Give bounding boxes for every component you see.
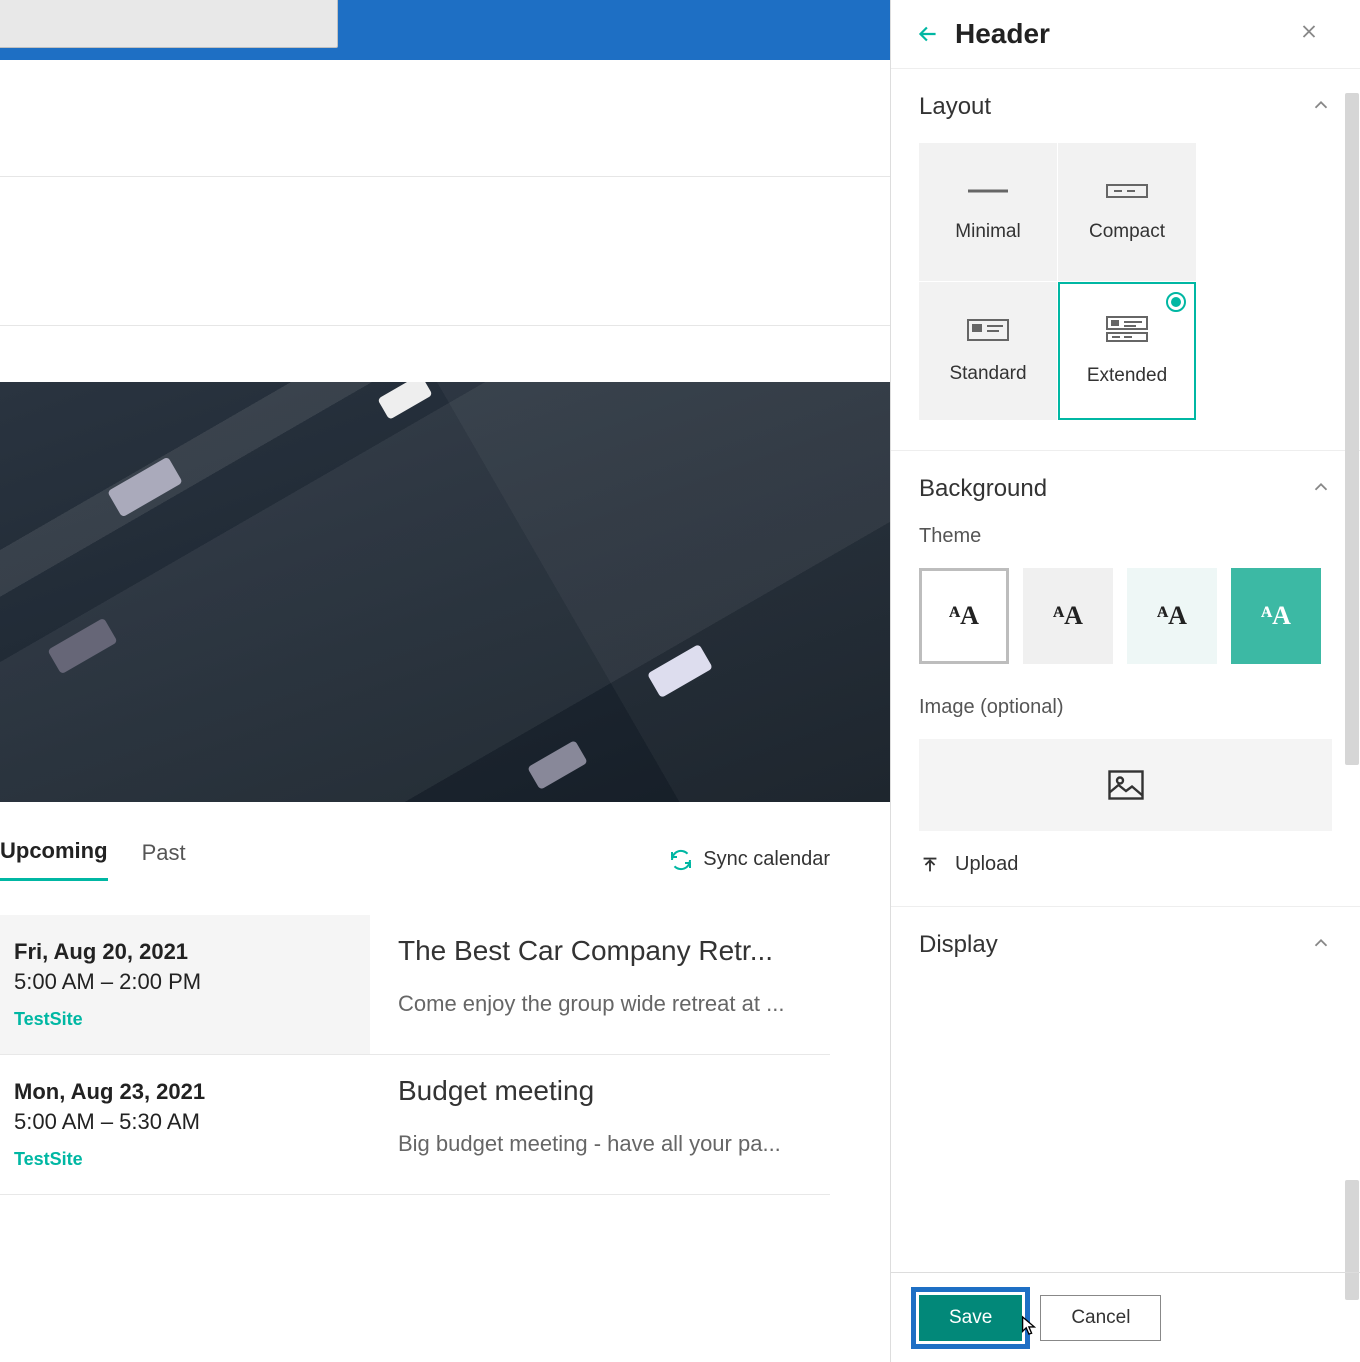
event-time: 5:00 AM – 2:00 PM xyxy=(14,969,360,995)
display-section-title: Display xyxy=(919,931,998,959)
layout-section-title: Layout xyxy=(919,93,991,121)
layout-option-minimal[interactable]: Minimal xyxy=(919,143,1057,281)
theme-option-accent[interactable]: ᴬA xyxy=(1231,568,1321,664)
image-label: Image (optional) xyxy=(919,696,1332,719)
upload-button[interactable]: Upload xyxy=(919,853,1332,876)
layout-option-compact[interactable]: Compact xyxy=(1058,143,1196,281)
sync-icon xyxy=(669,848,693,872)
layout-option-standard[interactable]: Standard xyxy=(919,282,1057,420)
site-header-image xyxy=(0,382,890,802)
cursor-icon xyxy=(1019,1315,1037,1337)
theme-preview-icon: ᴬA xyxy=(1053,601,1083,631)
event-item[interactable]: Fri, Aug 20, 2021 5:00 AM – 2:00 PM Test… xyxy=(0,915,830,1055)
event-date: Fri, Aug 20, 2021 xyxy=(14,939,360,965)
chevron-up-icon xyxy=(1310,932,1332,954)
event-site-link[interactable]: TestSite xyxy=(14,1009,360,1030)
theme-preview-icon: ᴬA xyxy=(1157,601,1187,631)
collapse-display-button[interactable] xyxy=(1310,932,1332,959)
scrollbar-thumb[interactable] xyxy=(1345,93,1359,765)
extended-layout-icon xyxy=(1102,315,1152,345)
theme-option-tint[interactable]: ᴬA xyxy=(1127,568,1217,664)
search-input[interactable] xyxy=(0,0,338,48)
event-title: Budget meeting xyxy=(398,1075,830,1107)
event-title: The Best Car Company Retr... xyxy=(398,935,830,967)
event-item[interactable]: Mon, Aug 23, 2021 5:00 AM – 5:30 AM Test… xyxy=(0,1055,830,1195)
theme-option-white[interactable]: ᴬA xyxy=(919,568,1009,664)
close-icon xyxy=(1298,21,1320,43)
event-description: Come enjoy the group wide retreat at ... xyxy=(398,991,830,1017)
collapse-layout-button[interactable] xyxy=(1310,94,1332,121)
standard-layout-icon xyxy=(963,317,1013,343)
image-placeholder[interactable] xyxy=(919,739,1332,831)
tab-past[interactable]: Past xyxy=(142,840,186,880)
close-button[interactable] xyxy=(1298,21,1320,48)
sync-calendar-label: Sync calendar xyxy=(703,848,830,871)
header-settings-panel: Header Layout Minimal Compact xyxy=(890,0,1360,1362)
tab-upcoming[interactable]: Upcoming xyxy=(0,838,108,881)
save-button[interactable]: Save xyxy=(919,1295,1022,1341)
event-description: Big budget meeting - have all your pa... xyxy=(398,1131,830,1157)
event-time: 5:00 AM – 5:30 AM xyxy=(14,1109,360,1135)
theme-label: Theme xyxy=(919,525,1332,548)
chevron-up-icon xyxy=(1310,94,1332,116)
main-content: Upcoming Past Sync calendar Fri, Aug 20,… xyxy=(0,60,890,1360)
event-date: Mon, Aug 23, 2021 xyxy=(14,1079,360,1105)
event-site-link[interactable]: TestSite xyxy=(14,1149,360,1170)
collapse-background-button[interactable] xyxy=(1310,476,1332,503)
sync-calendar-button[interactable]: Sync calendar xyxy=(669,848,830,872)
upload-label: Upload xyxy=(955,853,1018,876)
layout-option-extended[interactable]: Extended xyxy=(1058,282,1196,420)
back-button[interactable] xyxy=(915,21,941,47)
layout-option-label: Standard xyxy=(949,363,1026,385)
theme-option-light[interactable]: ᴬA xyxy=(1023,568,1113,664)
theme-preview-icon: ᴬA xyxy=(1261,601,1291,631)
image-icon xyxy=(1108,770,1144,800)
arrow-left-icon xyxy=(915,21,941,47)
upload-icon xyxy=(919,854,941,876)
cancel-button[interactable]: Cancel xyxy=(1040,1295,1161,1341)
layout-option-label: Minimal xyxy=(955,221,1020,243)
background-section-title: Background xyxy=(919,475,1047,503)
compact-layout-icon xyxy=(1102,181,1152,201)
panel-title: Header xyxy=(955,18,1050,50)
layout-option-label: Compact xyxy=(1089,221,1165,243)
selected-indicator-icon xyxy=(1166,292,1186,312)
theme-preview-icon: ᴬA xyxy=(949,601,979,631)
minimal-layout-icon xyxy=(963,181,1013,201)
layout-option-label: Extended xyxy=(1087,365,1167,387)
chevron-up-icon xyxy=(1310,476,1332,498)
